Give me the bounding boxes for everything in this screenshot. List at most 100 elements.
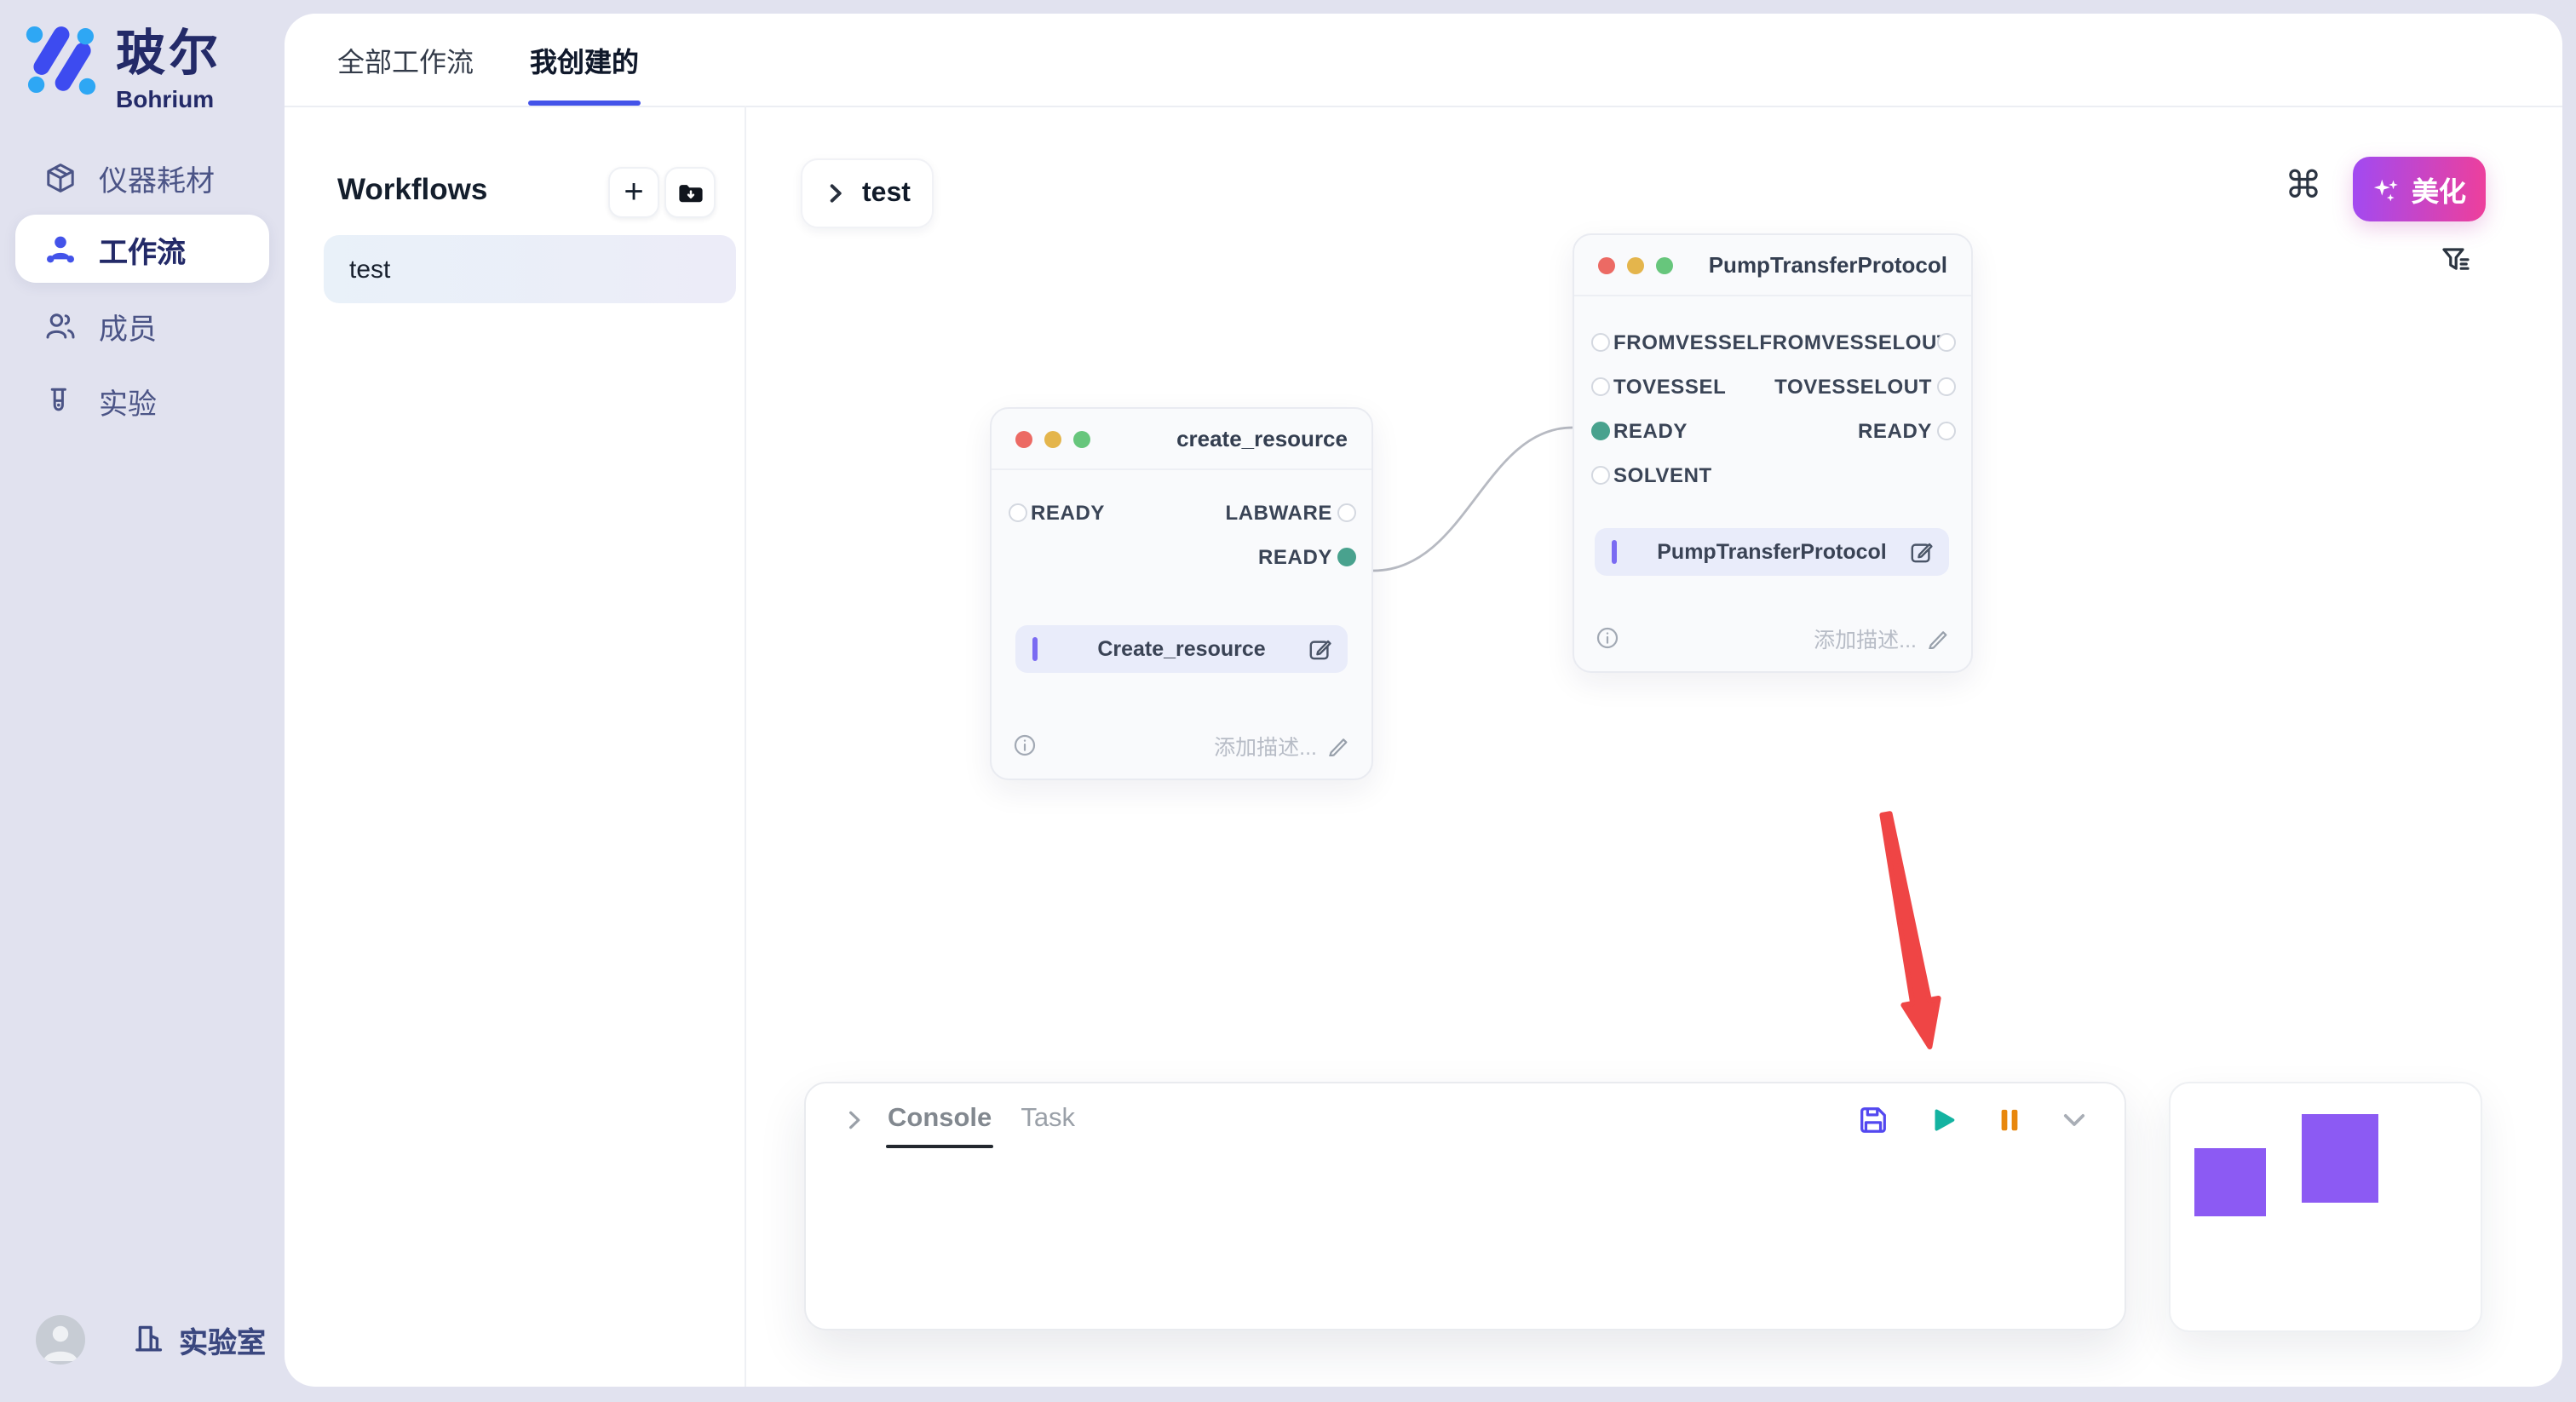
traffic-yellow-icon (1627, 256, 1644, 273)
app-window: 玻尔 Bohrium 仪器耗材 工作流 (0, 0, 2576, 1402)
port-labware-out[interactable] (1337, 503, 1356, 522)
plus-icon: + (624, 173, 643, 212)
filter-icon (2440, 244, 2474, 278)
minimap-node (2302, 1114, 2378, 1203)
node-create-resource[interactable]: create_resource READY LABWARE READY (990, 407, 1373, 780)
command-icon: ⌘ (2285, 164, 2322, 208)
filter-button[interactable] (2440, 244, 2474, 278)
info-icon[interactable] (1596, 627, 1619, 649)
action-label: Create_resource (1097, 637, 1265, 661)
breadcrumb[interactable]: test (801, 158, 934, 228)
port-tovesselout-out[interactable] (1937, 377, 1956, 396)
port-ready-out[interactable] (1337, 548, 1356, 566)
chevron-down-icon (2060, 1105, 2089, 1134)
edit-icon[interactable] (1910, 540, 1934, 564)
edit-icon[interactable] (1308, 637, 1332, 661)
port-row: READY LABWARE (992, 491, 1371, 535)
pencil-icon[interactable] (1327, 734, 1349, 756)
traffic-green-icon (1073, 430, 1090, 447)
members-icon (44, 309, 77, 342)
port-row: READY (992, 535, 1371, 579)
port-ready-out[interactable] (1937, 422, 1956, 440)
node-title: create_resource (1176, 426, 1348, 451)
red-arrow-icon (1882, 813, 1938, 1047)
action-accent-bar (1032, 637, 1038, 661)
edge-create-resource-to-pump (1373, 428, 1573, 571)
port-label: TOVESSEL (1613, 375, 1726, 399)
sidebar-item-experiments[interactable]: 实验 (15, 366, 269, 434)
port-label: FROMVESSEL (1613, 330, 1759, 354)
building-icon (133, 1322, 167, 1356)
node-title: PumpTransferProtocol (1709, 252, 1947, 278)
save-icon (1857, 1103, 1889, 1135)
main-panel: 全部工作流 我创建的 Workflows + test (285, 14, 2562, 1387)
folder-import-icon (676, 178, 704, 207)
node-action-create-resource[interactable]: Create_resource (1015, 625, 1348, 673)
experiment-icon (44, 384, 77, 417)
minimap-node (2194, 1148, 2266, 1216)
tab-created-by-me[interactable]: 我创建的 (530, 14, 639, 106)
minimap[interactable] (2169, 1082, 2482, 1332)
logo-title-cn: 玻尔 (116, 24, 221, 86)
workflow-canvas[interactable]: test ⌘ 美化 (745, 106, 2562, 1387)
breadcrumb-label: test (862, 178, 911, 209)
bohrium-logo-icon (26, 24, 97, 95)
node-footer: 添加描述... (1596, 622, 1949, 654)
node-header: create_resource (992, 409, 1371, 470)
port-label: READY (1258, 545, 1332, 569)
sidebar-item-label: 仪器耗材 (99, 156, 215, 198)
port-tovessel-in[interactable] (1591, 377, 1610, 396)
node-header: PumpTransferProtocol (1574, 235, 1971, 296)
add-workflow-button[interactable]: + (608, 167, 659, 218)
sidebar-footer: 实验室 (0, 1312, 285, 1366)
shortcuts-button[interactable]: ⌘ (2280, 162, 2327, 210)
description-placeholder[interactable]: 添加描述... (1214, 729, 1317, 761)
port-list: FROMVESSEL FROMVESSELOUT TOVESSEL TOVESS… (1574, 296, 1971, 497)
pencil-icon[interactable] (1927, 627, 1949, 649)
description-placeholder[interactable]: 添加描述... (1814, 622, 1917, 654)
run-button[interactable] (1927, 1103, 1959, 1135)
package-icon (44, 161, 77, 193)
port-label: READY (1031, 501, 1105, 525)
node-action-pump-transfer-protocol[interactable]: PumpTransferProtocol (1595, 528, 1949, 576)
import-workflow-button[interactable] (664, 167, 716, 218)
workspace-switcher[interactable]: 实验室 (133, 1318, 266, 1360)
logo-title-en: Bohrium (116, 88, 221, 112)
workflow-icon (44, 233, 77, 265)
sidebar-item-instruments[interactable]: 仪器耗材 (15, 143, 269, 211)
console-header: Console Task (806, 1083, 2125, 1155)
port-label: READY (1858, 419, 1932, 443)
tab-console[interactable]: Console (888, 1104, 992, 1135)
port-ready-in[interactable] (1591, 422, 1610, 440)
workflow-list-item-test[interactable]: test (324, 235, 736, 303)
bohrium-logo: 玻尔 Bohrium (26, 24, 221, 112)
tab-task[interactable]: Task (1021, 1104, 1075, 1135)
tab-all-workflows[interactable]: 全部工作流 (337, 14, 474, 106)
sidebar-item-label: 工作流 (99, 227, 186, 270)
port-solvent-in[interactable] (1591, 466, 1610, 485)
action-label: PumpTransferProtocol (1657, 540, 1887, 564)
save-button[interactable] (1857, 1103, 1889, 1135)
tab-bar: 全部工作流 我创建的 (285, 14, 2562, 107)
sidebar-item-members[interactable]: 成员 (15, 291, 269, 359)
port-label: FROMVESSELOUT (1759, 330, 1950, 354)
sidebar-item-workflow[interactable]: 工作流 (15, 215, 269, 283)
pause-icon (1997, 1103, 2022, 1135)
port-list: READY LABWARE READY (992, 470, 1371, 579)
collapse-console-button[interactable] (2060, 1105, 2089, 1134)
chevron-right-icon[interactable] (843, 1108, 865, 1130)
port-fromvessel-in[interactable] (1591, 333, 1610, 352)
port-fromvesselout-out[interactable] (1937, 333, 1956, 352)
port-row: READY READY (1574, 409, 1971, 453)
avatar[interactable] (36, 1314, 85, 1364)
info-icon[interactable] (1014, 734, 1036, 756)
port-ready-in[interactable] (1009, 503, 1027, 522)
action-accent-bar (1612, 540, 1617, 564)
tab-label: 全部工作流 (337, 39, 474, 80)
pause-button[interactable] (1997, 1103, 2022, 1135)
beautify-button[interactable]: 美化 (2353, 157, 2486, 221)
sidebar: 玻尔 Bohrium 仪器耗材 工作流 (0, 0, 285, 1402)
sidebar-item-label: 成员 (99, 304, 157, 347)
port-label: TOVESSELOUT (1774, 375, 1932, 399)
node-pump-transfer-protocol[interactable]: PumpTransferProtocol FROMVESSEL FROMVESS… (1573, 233, 1973, 673)
